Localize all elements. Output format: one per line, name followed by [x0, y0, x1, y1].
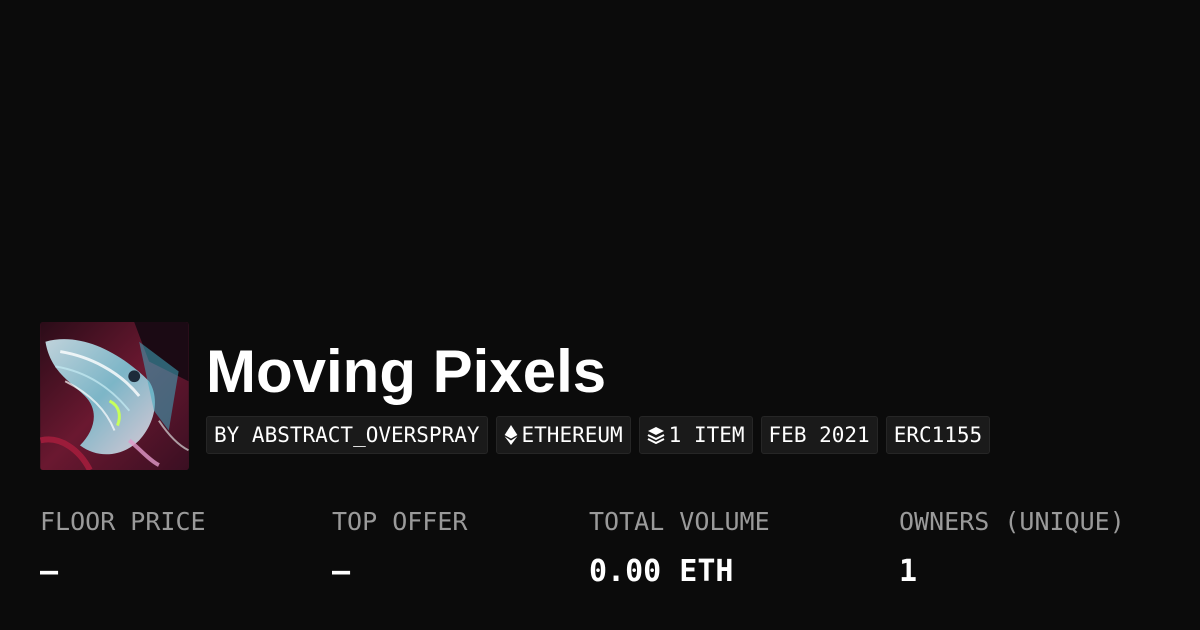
top-offer-stat: TOP OFFER — — [332, 504, 467, 590]
total-volume-stat: TOTAL VOLUME 0.00 ETH — [589, 504, 770, 590]
creator-tag-label: BY ABSTRACT_OVERSPRAY — [214, 423, 480, 447]
collection-thumbnail — [40, 322, 189, 470]
items-tag-label: 1 ITEM — [668, 423, 745, 447]
standard-tag-label: ERC1155 — [893, 423, 983, 447]
total-volume-value: 0.00 ETH — [589, 554, 734, 589]
date-tag-label: FEB 2021 — [768, 423, 870, 447]
items-tag[interactable]: 1 ITEM — [638, 416, 753, 454]
collection-tags: BY ABSTRACT_OVERSPRAY ETHEREUM 1 ITEM FE… — [206, 416, 991, 454]
floor-price-label: FLOOR PRICE — [40, 507, 206, 536]
top-offer-value: — — [332, 554, 351, 589]
creator-tag[interactable]: BY ABSTRACT_OVERSPRAY — [206, 416, 488, 454]
floor-price-stat: FLOOR PRICE — — [40, 504, 206, 590]
owners-value: 1 — [899, 554, 918, 589]
standard-tag: ERC1155 — [885, 416, 991, 454]
collection-artwork-image — [40, 322, 189, 470]
chain-tag[interactable]: ETHEREUM — [495, 416, 631, 454]
chain-tag-label: ETHEREUM — [521, 423, 623, 447]
layers-icon — [647, 426, 665, 444]
top-offer-label: TOP OFFER — [332, 507, 468, 536]
floor-price-value: — — [40, 554, 59, 589]
owners-stat: OWNERS (UNIQUE) 1 — [899, 504, 1125, 590]
ethereum-icon — [504, 425, 518, 445]
date-tag: FEB 2021 — [760, 416, 878, 454]
total-volume-label: TOTAL VOLUME — [589, 507, 770, 536]
owners-label: OWNERS (UNIQUE) — [899, 507, 1125, 536]
collection-title: Moving Pixels — [206, 338, 607, 405]
